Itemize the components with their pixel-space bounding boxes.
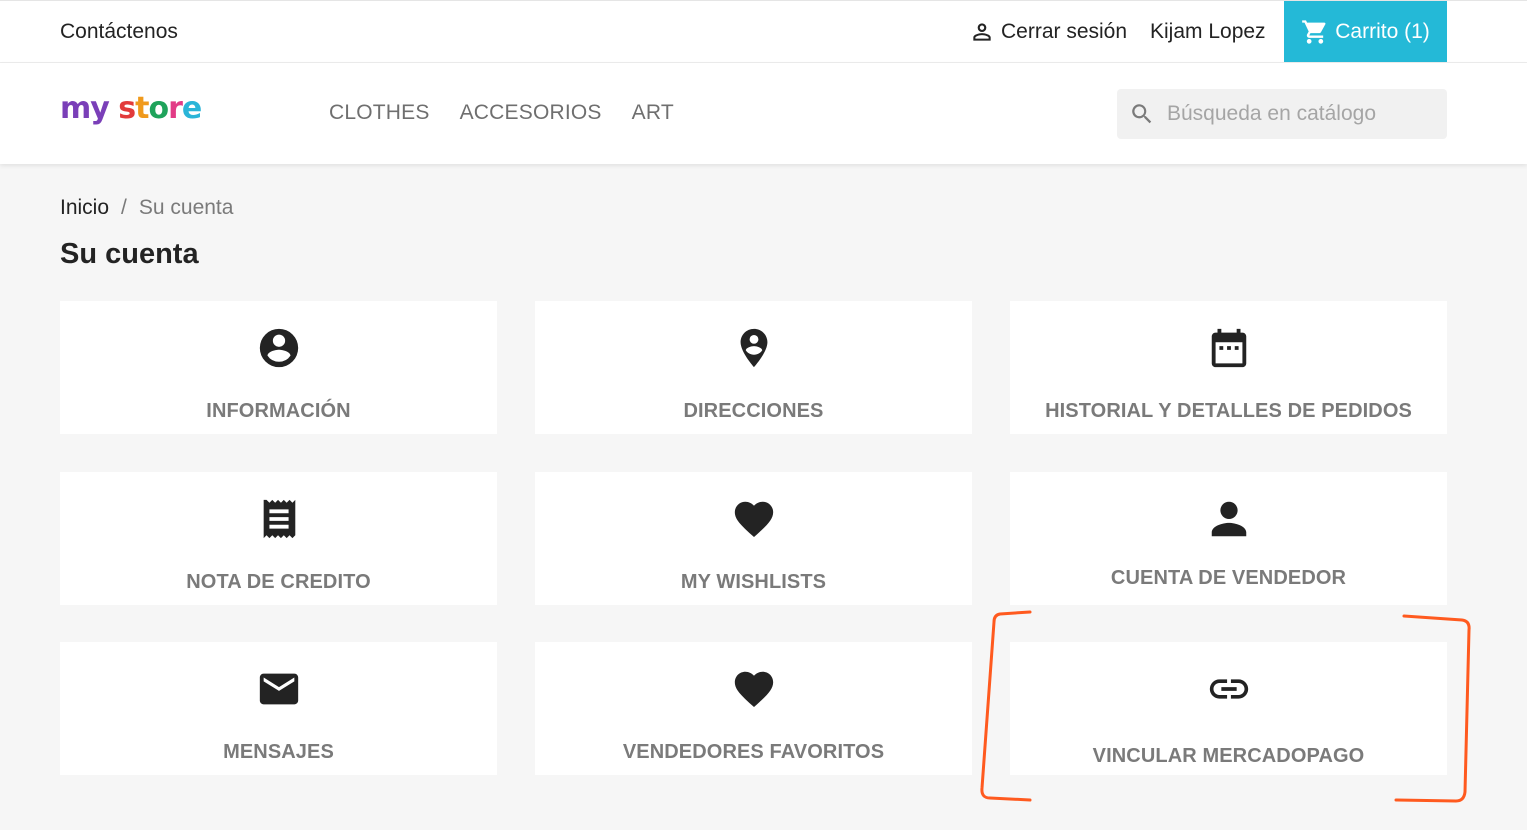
person-icon: [1211, 501, 1246, 537]
search-input[interactable]: [1167, 102, 1427, 126]
store-logo[interactable]: my store: [60, 91, 202, 126]
account-link-vendedores-favoritos[interactable]: VENDEDORES FAVORITOS: [535, 642, 972, 775]
nav-item-art[interactable]: ART: [632, 101, 674, 125]
card-label: CUENTA DE VENDEDOR: [1110, 567, 1347, 589]
page-title: Su cuenta: [60, 238, 199, 270]
nav-item-clothes[interactable]: CLOTHES: [329, 101, 430, 125]
receipt-icon: [263, 499, 295, 539]
cart-label: Carrito (1): [1335, 19, 1430, 43]
nav-item-accesorios[interactable]: ACCESORIOS: [460, 101, 602, 125]
breadcrumb: Inicio / Su cuenta: [60, 196, 233, 220]
logo-letter: [109, 91, 118, 126]
logo-letter: s: [118, 91, 136, 126]
main-header: my store CLOTHES ACCESORIOS ART: [0, 63, 1527, 164]
card-label: INFORMACIÓN: [206, 400, 351, 422]
card-label: MY WISHLISTS: [680, 571, 827, 593]
shopping-cart-icon: [1302, 19, 1326, 44]
card-label: VINCULAR MERCADOPAGO: [1092, 745, 1365, 767]
logout-link[interactable]: Cerrar sesión: [969, 19, 1127, 45]
account-link-vincular-mercadopago[interactable]: VINCULAR MERCADOPAGO: [1010, 642, 1447, 775]
user-outline-icon: [973, 23, 991, 41]
logo-letter: o: [148, 91, 169, 126]
search-box: [1117, 89, 1447, 139]
account-link-informacion[interactable]: INFORMACIÓN: [60, 301, 497, 434]
heart-icon: [734, 671, 773, 708]
account-link-wishlists[interactable]: MY WISHLISTS: [535, 472, 972, 605]
logo-letter: my: [60, 91, 110, 126]
breadcrumb-home-link[interactable]: Inicio: [60, 196, 109, 220]
account-username-link[interactable]: Kijam Lopez: [1150, 20, 1266, 44]
cart-button[interactable]: Carrito (1): [1284, 1, 1447, 62]
contact-link[interactable]: Contáctenos: [60, 20, 178, 44]
account-link-cuenta-vendedor[interactable]: CUENTA DE VENDEDOR: [1010, 472, 1447, 605]
top-bar: Contáctenos Cerrar sesión Kijam Lopez Ca…: [0, 0, 1527, 63]
card-label: VENDEDORES FAVORITOS: [622, 741, 885, 763]
search-icon[interactable]: [1129, 101, 1155, 127]
main-nav: CLOTHES ACCESORIOS ART: [329, 101, 674, 125]
logo-letter: e: [181, 91, 202, 126]
logo-letter: r: [168, 91, 183, 126]
breadcrumb-separator: /: [121, 196, 127, 219]
location-pin-icon: [740, 328, 767, 368]
card-label: DIRECCIONES: [683, 400, 824, 422]
card-label: NOTA DE CREDITO: [186, 571, 371, 593]
account-link-mensajes[interactable]: MENSAJES: [60, 642, 497, 775]
account-link-historial-pedidos[interactable]: HISTORIAL Y DETALLES DE PEDIDOS: [1010, 301, 1447, 434]
calendar-icon: [1211, 328, 1246, 368]
mail-icon: [259, 673, 298, 705]
link-icon: [1209, 679, 1248, 699]
heart-icon: [734, 501, 773, 538]
card-label: HISTORIAL Y DETALLES DE PEDIDOS: [1045, 400, 1412, 422]
account-link-nota-credito[interactable]: NOTA DE CREDITO: [60, 472, 497, 605]
account-link-direcciones[interactable]: DIRECCIONES: [535, 301, 972, 434]
logout-label: Cerrar sesión: [1001, 20, 1128, 43]
card-label: MENSAJES: [223, 741, 334, 763]
account-circle-icon: [259, 328, 298, 368]
breadcrumb-current: Su cuenta: [138, 196, 234, 219]
logo-letter: t: [135, 91, 149, 126]
